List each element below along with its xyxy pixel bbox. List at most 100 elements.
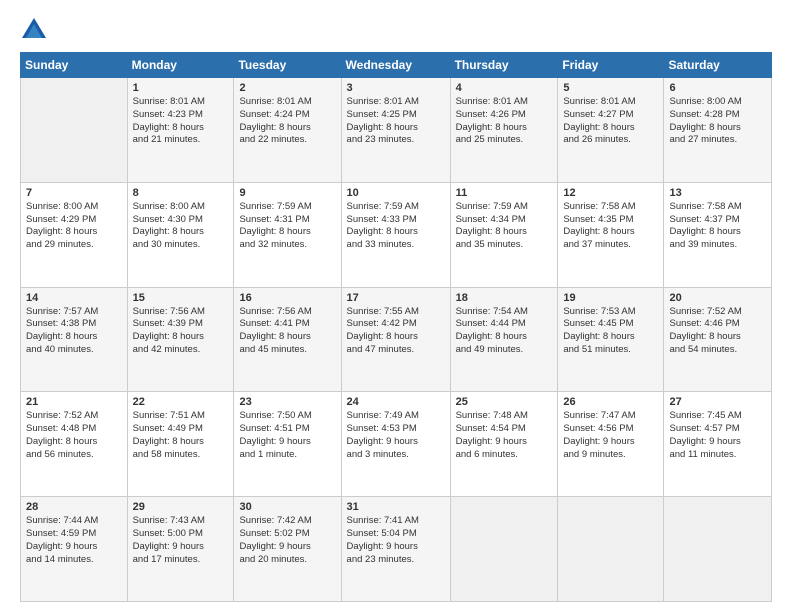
header-thursday: Thursday	[450, 53, 558, 78]
calendar-cell: 25 Sunrise: 7:48 AM Sunset: 4:54 PM Dayli…	[450, 392, 558, 497]
day-info: Sunrise: 7:45 AM Sunset: 4:57 PM Dayligh…	[669, 410, 766, 461]
day-number: 4	[456, 82, 553, 94]
calendar-cell: 19 Sunrise: 7:53 AM Sunset: 4:45 PM Dayli…	[558, 287, 664, 392]
day-number: 1	[133, 82, 229, 94]
calendar-week-3: 14 Sunrise: 7:57 AM Sunset: 4:38 PM Dayli…	[21, 287, 772, 392]
calendar-cell: 10Sunrise: 7:59 AM Sunset: 4:33 PM Dayli…	[341, 182, 450, 287]
calendar-cell: 11 Sunrise: 7:59 AM Sunset: 4:34 PM Dayli…	[450, 182, 558, 287]
day-number: 13	[669, 187, 766, 199]
calendar-cell: 20 Sunrise: 7:52 AM Sunset: 4:46 PM Dayli…	[664, 287, 772, 392]
header-wednesday: Wednesday	[341, 53, 450, 78]
day-info: Sunrise: 7:59 AM Sunset: 4:33 PM Dayligh…	[347, 201, 445, 252]
calendar-cell	[558, 497, 664, 602]
calendar-cell: 30 Sunrise: 7:42 AM Sunset: 5:02 PM Dayli…	[234, 497, 341, 602]
day-info: Sunrise: 7:47 AM Sunset: 4:56 PM Dayligh…	[563, 410, 658, 461]
day-info: Sunrise: 7:44 AM Sunset: 4:59 PM Dayligh…	[26, 515, 122, 566]
day-info: Sunrise: 8:01 AM Sunset: 4:27 PM Dayligh…	[563, 96, 658, 147]
header-saturday: Saturday	[664, 53, 772, 78]
day-info: Sunrise: 7:41 AM Sunset: 5:04 PM Dayligh…	[347, 515, 445, 566]
day-info: Sunrise: 8:01 AM Sunset: 4:24 PM Dayligh…	[239, 96, 335, 147]
day-info: Sunrise: 8:00 AM Sunset: 4:29 PM Dayligh…	[26, 201, 122, 252]
day-info: Sunrise: 7:50 AM Sunset: 4:51 PM Dayligh…	[239, 410, 335, 461]
calendar-cell: 6 Sunrise: 8:00 AM Sunset: 4:28 PM Daylig…	[664, 78, 772, 183]
day-info: Sunrise: 8:01 AM Sunset: 4:25 PM Dayligh…	[347, 96, 445, 147]
calendar-cell: 27 Sunrise: 7:45 AM Sunset: 4:57 PM Dayli…	[664, 392, 772, 497]
calendar-cell: 16 Sunrise: 7:56 AM Sunset: 4:41 PM Dayli…	[234, 287, 341, 392]
calendar-cell: 31Sunrise: 7:41 AM Sunset: 5:04 PM Dayli…	[341, 497, 450, 602]
day-number: 9	[239, 187, 335, 199]
calendar-cell	[664, 497, 772, 602]
day-number: 25	[456, 396, 553, 408]
header-monday: Monday	[127, 53, 234, 78]
calendar-cell: 28 Sunrise: 7:44 AM Sunset: 4:59 PM Dayli…	[21, 497, 128, 602]
day-number: 6	[669, 82, 766, 94]
day-info: Sunrise: 8:00 AM Sunset: 4:28 PM Dayligh…	[669, 96, 766, 147]
calendar-cell	[450, 497, 558, 602]
day-number: 29	[133, 501, 229, 513]
calendar-cell: 24 Sunrise: 7:49 AM Sunset: 4:53 PM Dayli…	[341, 392, 450, 497]
day-number: 12	[563, 187, 658, 199]
calendar-cell: 7Sunrise: 8:00 AM Sunset: 4:29 PM Daylig…	[21, 182, 128, 287]
day-number: 15	[133, 292, 229, 304]
day-info: Sunrise: 7:51 AM Sunset: 4:49 PM Dayligh…	[133, 410, 229, 461]
day-number: 26	[563, 396, 658, 408]
calendar-week-4: 21Sunrise: 7:52 AM Sunset: 4:48 PM Dayli…	[21, 392, 772, 497]
day-number: 17	[347, 292, 445, 304]
calendar-week-2: 7Sunrise: 8:00 AM Sunset: 4:29 PM Daylig…	[21, 182, 772, 287]
calendar-cell: 15 Sunrise: 7:56 AM Sunset: 4:39 PM Dayli…	[127, 287, 234, 392]
day-number: 30	[239, 501, 335, 513]
day-number: 11	[456, 187, 553, 199]
calendar-cell: 1Sunrise: 8:01 AM Sunset: 4:23 PM Daylig…	[127, 78, 234, 183]
day-info: Sunrise: 7:53 AM Sunset: 4:45 PM Dayligh…	[563, 306, 658, 357]
calendar-cell: 22 Sunrise: 7:51 AM Sunset: 4:49 PM Dayli…	[127, 392, 234, 497]
logo	[20, 16, 52, 44]
calendar-cell: 4 Sunrise: 8:01 AM Sunset: 4:26 PM Daylig…	[450, 78, 558, 183]
calendar-header-row: SundayMondayTuesdayWednesdayThursdayFrid…	[21, 53, 772, 78]
day-number: 28	[26, 501, 122, 513]
calendar-cell: 8 Sunrise: 8:00 AM Sunset: 4:30 PM Daylig…	[127, 182, 234, 287]
day-info: Sunrise: 7:56 AM Sunset: 4:39 PM Dayligh…	[133, 306, 229, 357]
day-number: 19	[563, 292, 658, 304]
day-info: Sunrise: 7:57 AM Sunset: 4:38 PM Dayligh…	[26, 306, 122, 357]
calendar-cell: 5 Sunrise: 8:01 AM Sunset: 4:27 PM Daylig…	[558, 78, 664, 183]
day-number: 20	[669, 292, 766, 304]
day-info: Sunrise: 7:42 AM Sunset: 5:02 PM Dayligh…	[239, 515, 335, 566]
day-number: 2	[239, 82, 335, 94]
day-number: 24	[347, 396, 445, 408]
logo-icon	[20, 16, 48, 44]
day-number: 27	[669, 396, 766, 408]
day-info: Sunrise: 8:01 AM Sunset: 4:26 PM Dayligh…	[456, 96, 553, 147]
day-number: 5	[563, 82, 658, 94]
calendar-cell: 3Sunrise: 8:01 AM Sunset: 4:25 PM Daylig…	[341, 78, 450, 183]
day-number: 14	[26, 292, 122, 304]
day-info: Sunrise: 7:56 AM Sunset: 4:41 PM Dayligh…	[239, 306, 335, 357]
calendar: SundayMondayTuesdayWednesdayThursdayFrid…	[20, 52, 772, 602]
day-info: Sunrise: 7:48 AM Sunset: 4:54 PM Dayligh…	[456, 410, 553, 461]
day-info: Sunrise: 7:59 AM Sunset: 4:31 PM Dayligh…	[239, 201, 335, 252]
calendar-week-5: 28 Sunrise: 7:44 AM Sunset: 4:59 PM Dayli…	[21, 497, 772, 602]
day-info: Sunrise: 8:00 AM Sunset: 4:30 PM Dayligh…	[133, 201, 229, 252]
calendar-cell: 14 Sunrise: 7:57 AM Sunset: 4:38 PM Dayli…	[21, 287, 128, 392]
day-info: Sunrise: 7:58 AM Sunset: 4:35 PM Dayligh…	[563, 201, 658, 252]
day-info: Sunrise: 7:49 AM Sunset: 4:53 PM Dayligh…	[347, 410, 445, 461]
day-number: 23	[239, 396, 335, 408]
day-info: Sunrise: 7:52 AM Sunset: 4:46 PM Dayligh…	[669, 306, 766, 357]
calendar-cell: 17 Sunrise: 7:55 AM Sunset: 4:42 PM Dayli…	[341, 287, 450, 392]
day-number: 16	[239, 292, 335, 304]
calendar-cell: 21Sunrise: 7:52 AM Sunset: 4:48 PM Dayli…	[21, 392, 128, 497]
day-info: Sunrise: 7:55 AM Sunset: 4:42 PM Dayligh…	[347, 306, 445, 357]
calendar-cell: 18 Sunrise: 7:54 AM Sunset: 4:44 PM Dayli…	[450, 287, 558, 392]
day-info: Sunrise: 7:54 AM Sunset: 4:44 PM Dayligh…	[456, 306, 553, 357]
day-number: 18	[456, 292, 553, 304]
day-number: 8	[133, 187, 229, 199]
day-info: Sunrise: 7:59 AM Sunset: 4:34 PM Dayligh…	[456, 201, 553, 252]
calendar-cell	[21, 78, 128, 183]
day-info: Sunrise: 7:58 AM Sunset: 4:37 PM Dayligh…	[669, 201, 766, 252]
day-number: 22	[133, 396, 229, 408]
header-sunday: Sunday	[21, 53, 128, 78]
calendar-cell: 23 Sunrise: 7:50 AM Sunset: 4:51 PM Dayli…	[234, 392, 341, 497]
calendar-cell: 26 Sunrise: 7:47 AM Sunset: 4:56 PM Dayli…	[558, 392, 664, 497]
day-info: Sunrise: 7:43 AM Sunset: 5:00 PM Dayligh…	[133, 515, 229, 566]
calendar-week-1: 1Sunrise: 8:01 AM Sunset: 4:23 PM Daylig…	[21, 78, 772, 183]
calendar-cell: 2 Sunrise: 8:01 AM Sunset: 4:24 PM Daylig…	[234, 78, 341, 183]
